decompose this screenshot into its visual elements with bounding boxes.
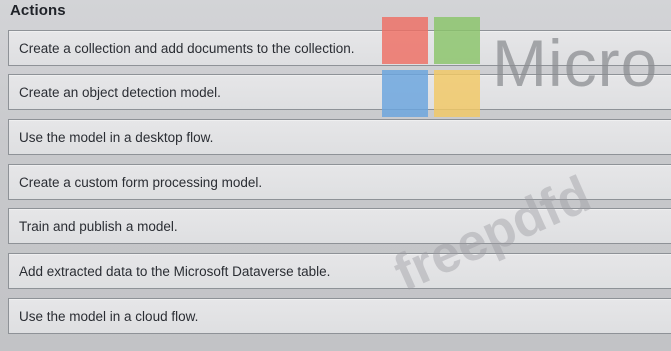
actions-panel: Actions Create a collection and add docu… (0, 0, 671, 351)
action-item-label: Add extracted data to the Microsoft Data… (19, 263, 331, 279)
action-item-cloud-flow[interactable]: Use the model in a cloud flow. (8, 298, 671, 334)
action-item-label: Train and publish a model. (19, 218, 178, 234)
action-item-desktop-flow[interactable]: Use the model in a desktop flow. (8, 119, 671, 155)
logo-yellow-square (434, 70, 480, 117)
logo-blue-square (382, 70, 428, 117)
action-item-label: Create an object detection model. (19, 84, 221, 100)
action-item-label: Create a collection and add documents to… (19, 40, 355, 56)
action-item-label: Use the model in a cloud flow. (19, 308, 199, 324)
action-item-dataverse[interactable]: Add extracted data to the Microsoft Data… (8, 253, 671, 289)
action-item-label: Use the model in a desktop flow. (19, 129, 214, 145)
microsoft-logo-icon (382, 17, 480, 117)
actions-heading: Actions (10, 2, 66, 19)
logo-red-square (382, 17, 428, 64)
brand-watermark: Micro (492, 26, 659, 100)
action-item-label: Create a custom form processing model. (19, 174, 263, 190)
logo-green-square (434, 17, 480, 64)
